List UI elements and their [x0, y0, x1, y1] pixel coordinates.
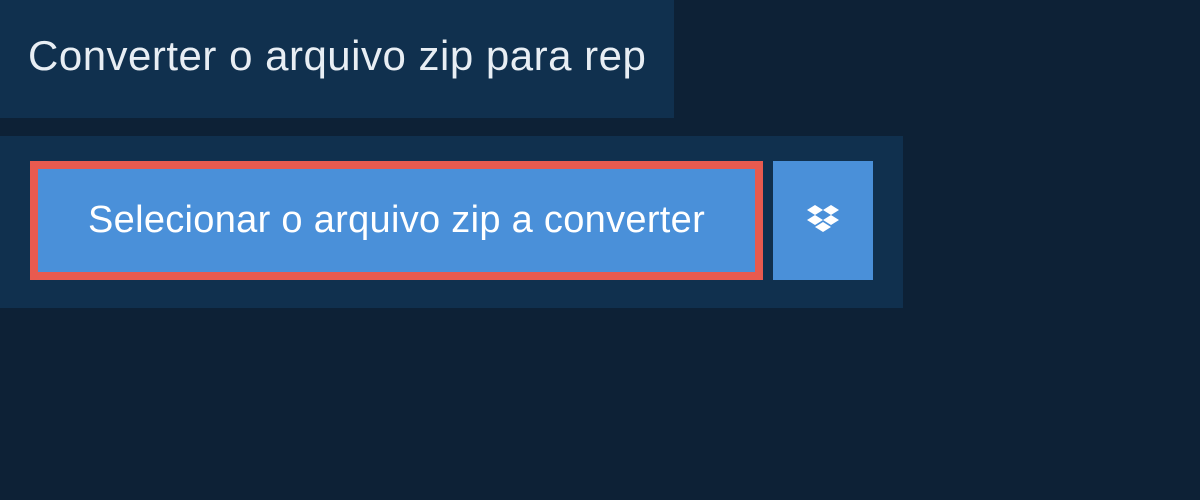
dropbox-button[interactable] — [773, 161, 873, 280]
conversion-widget: Converter o arquivo zip para rep Selecio… — [0, 0, 1200, 308]
action-panel: Selecionar o arquivo zip a converter — [0, 136, 903, 308]
select-file-button[interactable]: Selecionar o arquivo zip a converter — [30, 161, 763, 280]
select-file-label: Selecionar o arquivo zip a converter — [88, 199, 705, 242]
page-title: Converter o arquivo zip para rep — [28, 32, 646, 79]
dropbox-icon — [803, 201, 843, 241]
title-bar: Converter o arquivo zip para rep — [0, 0, 674, 118]
